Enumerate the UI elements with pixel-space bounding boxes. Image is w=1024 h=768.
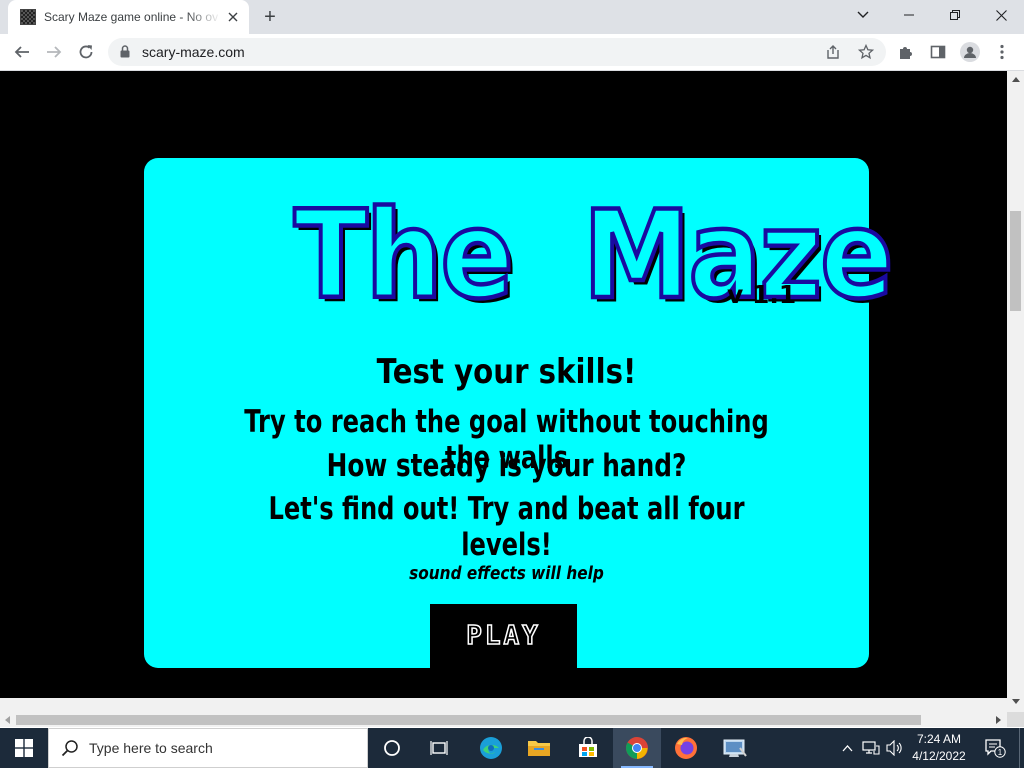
clock-date: 4/12/2022 bbox=[912, 749, 966, 763]
chevron-up-icon bbox=[842, 744, 852, 751]
browser-toolbar: scary-maze.com bbox=[0, 34, 1024, 71]
vertical-scrollbar[interactable] bbox=[1007, 71, 1024, 712]
play-button[interactable]: PLAY bbox=[430, 604, 577, 668]
windows-taskbar: Type here to search 7:24 AM 4/12/2022 1 bbox=[0, 728, 1024, 768]
close-window-button[interactable] bbox=[978, 0, 1024, 30]
firefox-taskbar-button[interactable] bbox=[662, 728, 710, 768]
network-status-button[interactable] bbox=[860, 728, 882, 768]
file-explorer-icon bbox=[528, 741, 550, 756]
horizontal-scroll-thumb[interactable] bbox=[16, 715, 921, 725]
taskbar-search-box[interactable]: Type here to search bbox=[48, 728, 368, 768]
game-title: The Maze bbox=[292, 185, 895, 326]
store-button[interactable] bbox=[564, 728, 612, 768]
show-hidden-icons-button[interactable] bbox=[838, 728, 856, 768]
firefox-icon bbox=[675, 737, 697, 759]
store-icon bbox=[579, 737, 597, 757]
back-arrow-icon bbox=[14, 46, 29, 58]
side-panel-button[interactable] bbox=[924, 38, 952, 66]
url-text[interactable]: scary-maze.com bbox=[142, 44, 245, 60]
scroll-up-arrow-icon[interactable] bbox=[1012, 77, 1020, 82]
menu-button[interactable] bbox=[988, 38, 1016, 66]
edge-taskbar-button[interactable] bbox=[467, 728, 515, 768]
kebab-menu-icon bbox=[1000, 44, 1004, 60]
scroll-left-arrow-icon[interactable] bbox=[5, 716, 10, 724]
windows-logo-icon bbox=[15, 739, 33, 757]
profile-avatar-icon bbox=[960, 42, 980, 62]
control-panel-button[interactable] bbox=[711, 728, 759, 768]
sound-hint-text: sound effects will help bbox=[409, 563, 604, 584]
reload-icon bbox=[79, 45, 93, 59]
task-view-icon bbox=[430, 741, 448, 755]
scroll-right-arrow-icon[interactable] bbox=[996, 716, 1001, 724]
scroll-down-arrow-icon[interactable] bbox=[1012, 699, 1020, 704]
extensions-button[interactable] bbox=[892, 38, 920, 66]
challenge-text: Let's find out! Try and beat all four le… bbox=[268, 491, 745, 563]
cortana-icon bbox=[384, 740, 400, 756]
lock-icon[interactable] bbox=[120, 45, 130, 61]
taskbar-clock[interactable]: 7:24 AM 4/12/2022 bbox=[906, 731, 972, 765]
game-start-panel: The Maze v 1.1 Test your skills! Try to … bbox=[144, 158, 895, 668]
back-button[interactable] bbox=[8, 38, 36, 66]
volume-icon bbox=[886, 740, 902, 756]
clock-time: 7:24 AM bbox=[916, 732, 962, 746]
minimize-button[interactable] bbox=[886, 0, 932, 30]
tab-title: Scary Maze game online - No ov bbox=[44, 10, 219, 24]
notification-count: 1 bbox=[998, 748, 1003, 757]
file-explorer-button[interactable] bbox=[515, 728, 563, 768]
network-icon bbox=[862, 741, 880, 755]
browser-tab[interactable]: Scary Maze game online - No ov bbox=[8, 0, 249, 34]
share-icon[interactable] bbox=[825, 44, 841, 60]
bookmark-star-icon[interactable] bbox=[857, 43, 875, 60]
volume-button[interactable] bbox=[884, 728, 906, 768]
restore-button[interactable] bbox=[932, 0, 978, 30]
restore-icon bbox=[950, 10, 960, 20]
search-placeholder: Type here to search bbox=[89, 740, 213, 756]
tab-search-button[interactable] bbox=[840, 0, 886, 30]
close-tab-icon[interactable] bbox=[225, 9, 241, 25]
new-tab-button[interactable]: + bbox=[257, 5, 283, 29]
address-bar[interactable]: scary-maze.com bbox=[108, 38, 886, 66]
scrollbar-corner bbox=[1007, 712, 1024, 727]
chevron-down-icon bbox=[857, 11, 869, 18]
page-viewport: The Maze v 1.1 Test your skills! Try to … bbox=[0, 71, 1007, 697]
close-icon bbox=[995, 9, 1007, 21]
play-button-label: PLAY bbox=[465, 620, 541, 652]
task-view-button[interactable] bbox=[416, 728, 464, 768]
version-label: v 1.1 bbox=[727, 280, 797, 309]
search-icon bbox=[61, 740, 78, 757]
headline-text: Test your skills! bbox=[376, 352, 637, 392]
profile-button[interactable] bbox=[956, 38, 984, 66]
vertical-scroll-thumb[interactable] bbox=[1010, 211, 1021, 311]
site-favicon-icon bbox=[20, 9, 36, 25]
chrome-icon bbox=[626, 737, 648, 759]
reload-button[interactable] bbox=[72, 38, 100, 66]
edge-icon bbox=[480, 737, 502, 759]
cortana-button[interactable] bbox=[368, 728, 416, 768]
side-panel-icon bbox=[930, 45, 946, 59]
chrome-taskbar-button[interactable] bbox=[613, 728, 661, 768]
show-desktop-button[interactable] bbox=[1019, 728, 1024, 768]
notification-center-button[interactable]: 1 bbox=[980, 728, 1010, 768]
question-text: How steady is your hand? bbox=[326, 448, 687, 484]
page-bottom-strip bbox=[0, 697, 1007, 712]
forward-button[interactable] bbox=[40, 38, 68, 66]
puzzle-icon bbox=[900, 47, 912, 59]
horizontal-scrollbar[interactable] bbox=[0, 712, 1007, 727]
minimize-icon bbox=[904, 14, 914, 16]
control-panel-icon bbox=[723, 739, 747, 757]
forward-arrow-icon bbox=[47, 46, 62, 58]
tab-strip: Scary Maze game online - No ov + bbox=[0, 0, 1024, 34]
notification-icon: 1 bbox=[985, 739, 1006, 758]
start-button[interactable] bbox=[0, 728, 48, 768]
